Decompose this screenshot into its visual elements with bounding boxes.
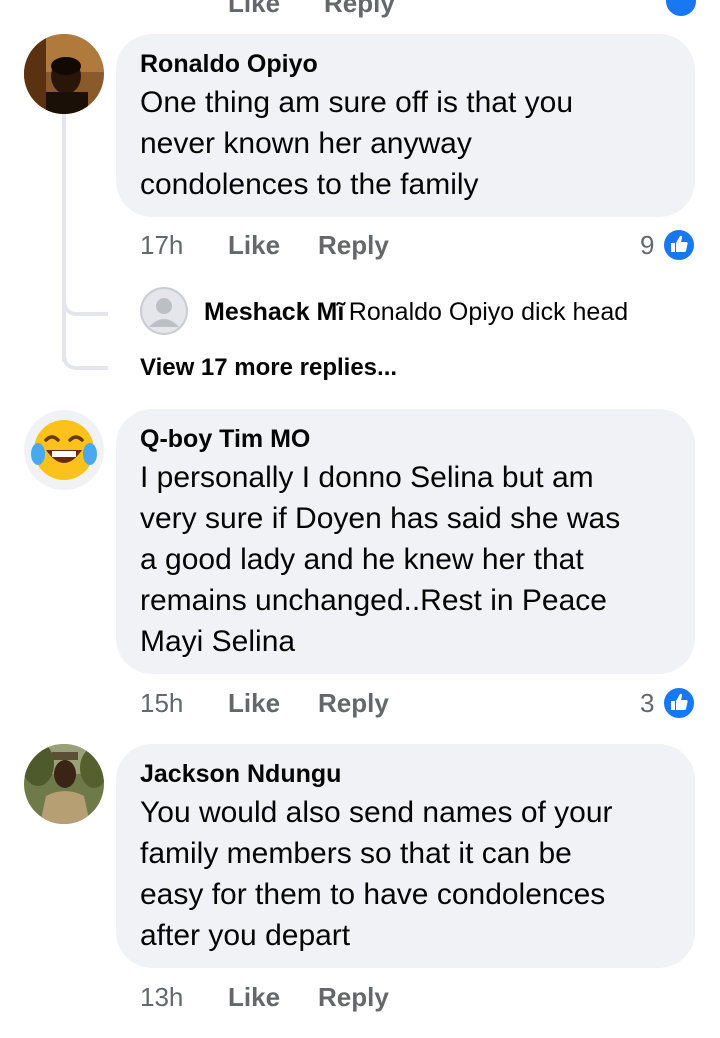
comment-line: family members so that it can be <box>140 837 572 870</box>
comment-line: a good lady and he knew her that <box>140 543 584 576</box>
reply-link[interactable]: Reply <box>318 980 389 1014</box>
thumbs-up-icon <box>662 228 696 262</box>
comment-line: never known her anyway <box>140 127 472 160</box>
comment-author[interactable]: Ronaldo Opiyo <box>140 48 671 80</box>
reaction-summary[interactable]: 3 <box>636 686 700 720</box>
like-link[interactable]: Like <box>228 980 280 1014</box>
comment-author[interactable]: Q-boy Tim MO <box>140 423 671 455</box>
comment-actions: 13h Like Reply <box>140 980 540 1014</box>
laughing-crying-emoji[interactable] <box>24 410 104 490</box>
view-more-replies-link[interactable]: View 17 more replies... <box>140 352 397 384</box>
comment-line: One thing am sure off is that you <box>140 86 574 119</box>
reply-link[interactable]: Reply <box>318 228 389 262</box>
comment-actions: 15h Like Reply <box>140 686 540 720</box>
previous-like-link[interactable]: Like <box>228 0 280 18</box>
comment-bubble: Jackson Ndungu You would also send names… <box>116 744 695 968</box>
previous-like-badge-icon <box>664 0 698 18</box>
comment-time[interactable]: 17h <box>140 228 183 262</box>
previous-reply-link[interactable]: Reply <box>324 0 395 18</box>
comment-text: One thing am sure off is that you never … <box>140 82 671 205</box>
thread-branch-reply <box>62 298 108 316</box>
reply-text: Ronaldo Opiyo dick head <box>348 298 629 326</box>
comment-avatar-ronaldo[interactable] <box>24 34 104 114</box>
comment-line: I personally I donno Selina but am <box>140 461 594 494</box>
thumbs-up-icon <box>662 686 696 720</box>
comment-bubble: Q-boy Tim MO I personally I donno Selina… <box>116 409 695 674</box>
thread-line <box>62 112 66 362</box>
comment-time[interactable]: 15h <box>140 686 183 720</box>
comment-bubble: Ronaldo Opiyo One thing am sure off is t… <box>116 34 695 217</box>
like-link[interactable]: Like <box>228 686 280 720</box>
comment-text: You would also send names of your family… <box>140 792 671 956</box>
comment-line: condolences to the family <box>140 168 479 201</box>
reaction-count: 3 <box>640 688 655 718</box>
comment-line: You would also send names of your <box>140 796 613 829</box>
comment-author[interactable]: Jackson Ndungu <box>140 758 671 790</box>
reaction-count: 9 <box>640 230 655 260</box>
comment-line: remains unchanged..Rest in Peace <box>140 584 607 617</box>
like-link[interactable]: Like <box>228 228 280 262</box>
previous-comment-actions: Like Reply <box>140 0 439 18</box>
reply-preview[interactable]: Meshack Mĩ Ronaldo Opiyo dick head <box>204 294 684 330</box>
comment-avatar-jackson[interactable] <box>24 744 104 824</box>
comment-time[interactable]: 13h <box>140 980 183 1014</box>
comment-line: very sure if Doyen has said she was <box>140 502 621 535</box>
reply-author[interactable]: Meshack Mĩ <box>204 298 344 326</box>
comment-text: I personally I donno Selina but am very … <box>140 457 671 662</box>
default-user-icon[interactable] <box>140 287 188 335</box>
thread-branch-view-more <box>62 352 108 370</box>
reply-link[interactable]: Reply <box>318 686 389 720</box>
comment-line: easy for them to have condolences <box>140 878 606 911</box>
comment-line: Mayi Selina <box>140 625 296 658</box>
comment-line: after you depart <box>140 919 351 952</box>
comment-actions: 17h Like Reply <box>140 228 540 262</box>
reaction-summary[interactable]: 9 <box>636 228 700 262</box>
